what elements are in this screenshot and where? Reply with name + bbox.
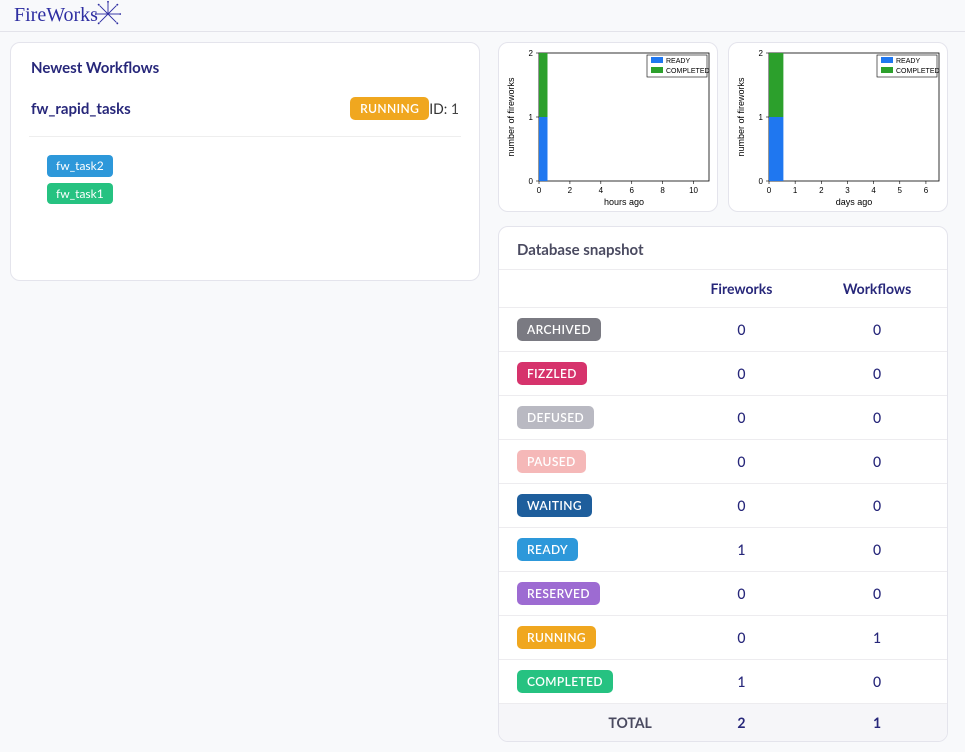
fireworks-count[interactable]: 0 [676, 352, 807, 396]
snapshot-row: WAITING 00 [499, 484, 947, 528]
task-tag[interactable]: fw_task1 [47, 183, 113, 205]
svg-text:2: 2 [568, 186, 573, 195]
status-badge[interactable]: WAITING [517, 494, 592, 517]
svg-text:number of fireworks: number of fireworks [736, 77, 746, 157]
snapshot-header-row: Fireworks Workflows [499, 270, 947, 308]
workflow-status-badge: RUNNING [350, 97, 429, 120]
divider [29, 136, 461, 137]
workflow-row[interactable]: fw_rapid_tasks RUNNING ID: 1 [31, 91, 459, 126]
svg-text:2: 2 [529, 49, 534, 58]
workflow-tasks: fw_task2 fw_task1 [31, 155, 459, 204]
svg-text:COMPLETED: COMPLETED [896, 68, 940, 75]
workflows-count[interactable]: 1 [807, 616, 947, 660]
charts-row: 0246810012hours agonumber of fireworksRE… [498, 42, 948, 212]
svg-text:days ago: days ago [836, 197, 873, 207]
status-badge[interactable]: ARCHIVED [517, 318, 601, 341]
svg-text:4: 4 [599, 186, 604, 195]
firework-icon [94, 0, 122, 28]
workflows-count[interactable]: 0 [807, 528, 947, 572]
fireworks-count[interactable]: 1 [676, 660, 807, 704]
task-tag[interactable]: fw_task2 [47, 155, 113, 177]
total-label: TOTAL [499, 704, 676, 742]
workflows-count[interactable]: 0 [807, 572, 947, 616]
snapshot-row: RESERVED 00 [499, 572, 947, 616]
snapshot-row: DEFUSED 00 [499, 396, 947, 440]
status-badge[interactable]: COMPLETED [517, 670, 613, 693]
app-header: FireWorks [0, 0, 965, 32]
snapshot-col-fireworks: Fireworks [676, 270, 807, 308]
brand-logo[interactable]: FireWorks [14, 4, 120, 27]
snapshot-row: FIZZLED 00 [499, 352, 947, 396]
svg-text:1: 1 [759, 113, 764, 122]
status-badge[interactable]: RUNNING [517, 626, 596, 649]
svg-text:0: 0 [537, 186, 542, 195]
fireworks-count[interactable]: 0 [676, 484, 807, 528]
database-snapshot-panel: Database snapshot Fireworks Workflows AR… [498, 226, 948, 742]
fireworks-count[interactable]: 0 [676, 440, 807, 484]
snapshot-row: PAUSED 00 [499, 440, 947, 484]
brand-text: FireWorks [14, 4, 98, 26]
workflows-count[interactable]: 0 [807, 440, 947, 484]
fireworks-count[interactable]: 1 [676, 528, 807, 572]
svg-text:READY: READY [896, 58, 920, 65]
snapshot-row: COMPLETED 10 [499, 660, 947, 704]
workflows-count[interactable]: 0 [807, 308, 947, 352]
svg-text:8: 8 [660, 186, 665, 195]
svg-text:0: 0 [529, 177, 534, 186]
newest-workflows-panel: Newest Workflows fw_rapid_tasks RUNNING … [10, 42, 480, 281]
svg-text:READY: READY [666, 58, 690, 65]
svg-text:4: 4 [871, 186, 876, 195]
svg-text:hours ago: hours ago [604, 197, 644, 207]
svg-text:10: 10 [689, 186, 698, 195]
svg-text:6: 6 [924, 186, 929, 195]
svg-text:1: 1 [529, 113, 534, 122]
chart-days-svg: 0 1 2 3 4 5 6 0 1 2 days ago number of fireworks REA… [733, 47, 945, 209]
svg-text:0: 0 [767, 186, 772, 195]
fireworks-count[interactable]: 0 [676, 308, 807, 352]
total-fireworks: 2 [676, 704, 807, 742]
snapshot-row: ARCHIVED 00 [499, 308, 947, 352]
snapshot-table: Fireworks Workflows ARCHIVED00FIZZLED00D… [499, 269, 947, 741]
workflows-count[interactable]: 0 [807, 396, 947, 440]
snapshot-col-blank [499, 270, 676, 308]
status-badge[interactable]: READY [517, 538, 578, 561]
workflow-id: ID: 1 [429, 100, 459, 117]
chart-hours: 0 2 4 6 8 10 0 1 2 hours ago number of fireworks RE… [498, 42, 718, 212]
workflows-count[interactable]: 0 [807, 660, 947, 704]
svg-text:number of fireworks: number of fireworks [506, 77, 516, 157]
newest-workflows-title: Newest Workflows [31, 59, 459, 77]
snapshot-total-row: TOTAL21 [499, 704, 947, 742]
svg-text:6: 6 [630, 186, 635, 195]
fireworks-count[interactable]: 0 [676, 396, 807, 440]
fireworks-count[interactable]: 0 [676, 616, 807, 660]
snapshot-col-workflows: Workflows [807, 270, 947, 308]
workflow-name: fw_rapid_tasks [31, 100, 310, 118]
status-badge[interactable]: DEFUSED [517, 406, 594, 429]
svg-text:3: 3 [845, 186, 850, 195]
status-badge[interactable]: PAUSED [517, 450, 586, 473]
total-workflows: 1 [807, 704, 947, 742]
svg-text:2: 2 [759, 49, 764, 58]
database-snapshot-title: Database snapshot [499, 227, 947, 269]
status-badge[interactable]: RESERVED [517, 582, 600, 605]
fireworks-count[interactable]: 0 [676, 572, 807, 616]
chart-days: 0 1 2 3 4 5 6 0 1 2 days ago number of fireworks REA… [728, 42, 948, 212]
svg-text:2: 2 [819, 186, 824, 195]
workflows-count[interactable]: 0 [807, 484, 947, 528]
workflows-count[interactable]: 0 [807, 352, 947, 396]
chart-hours-svg: 0 2 4 6 8 10 0 1 2 hours ago number of fireworks RE… [503, 47, 715, 209]
svg-text:1: 1 [793, 186, 798, 195]
status-badge[interactable]: FIZZLED [517, 362, 587, 385]
svg-text:0: 0 [759, 177, 764, 186]
svg-text:COMPLETED: COMPLETED [666, 68, 710, 75]
svg-text:5: 5 [898, 186, 903, 195]
snapshot-row: RUNNING 01 [499, 616, 947, 660]
snapshot-row: READY 10 [499, 528, 947, 572]
